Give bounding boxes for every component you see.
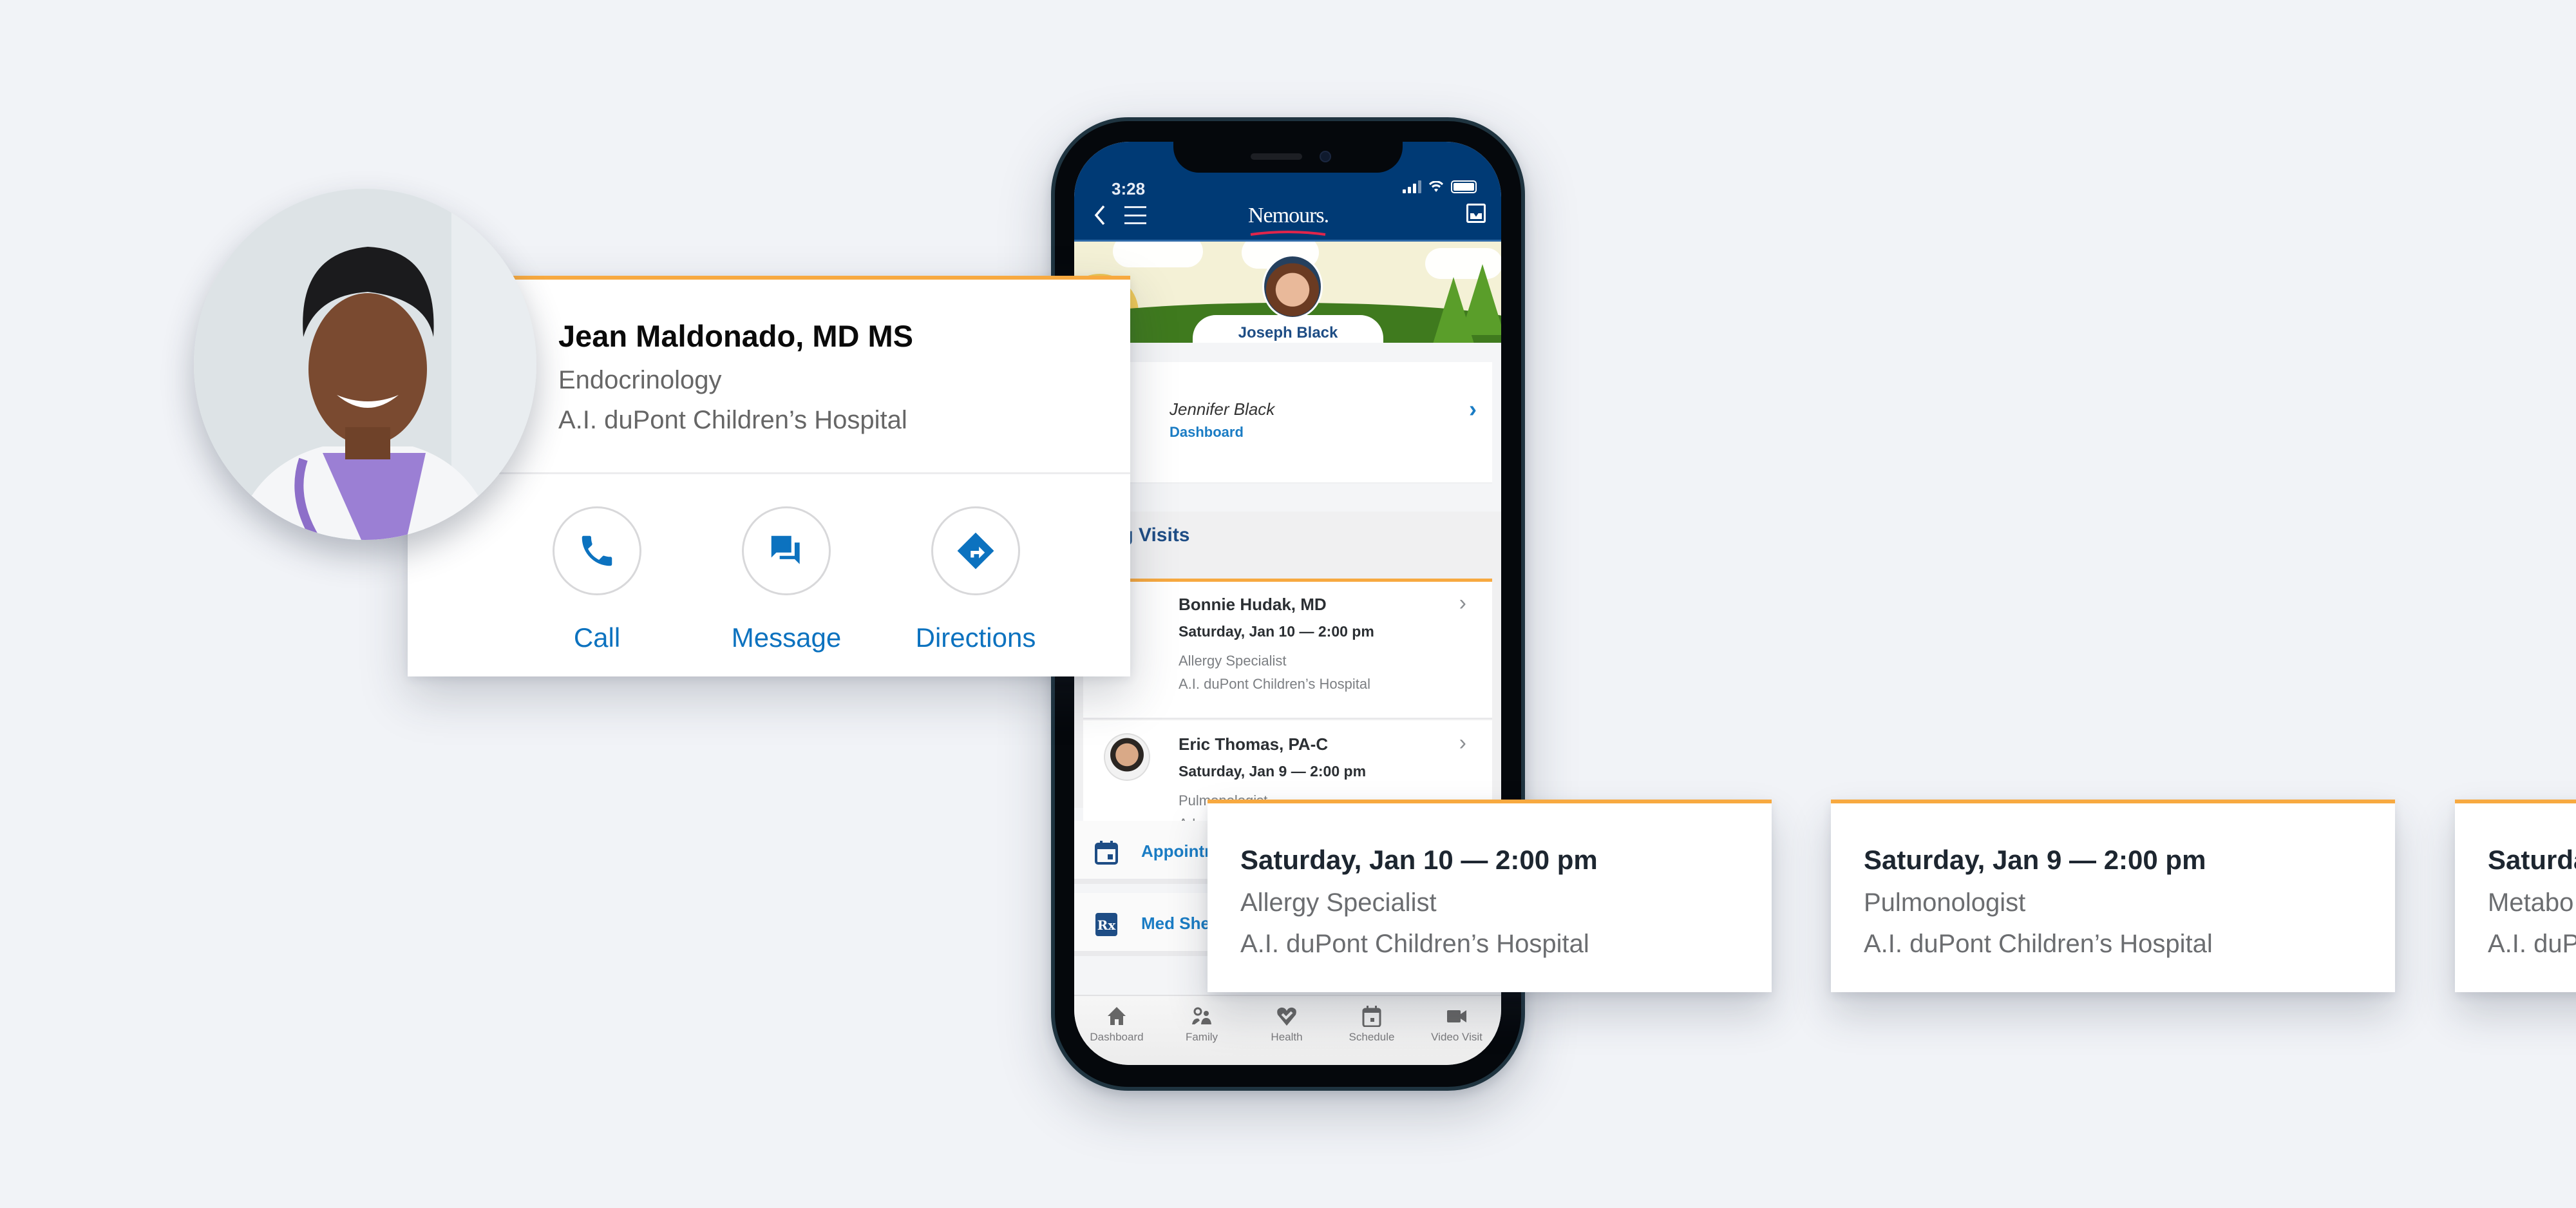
inbox-icon[interactable]	[1466, 204, 1486, 223]
calendar-icon	[1362, 1006, 1381, 1027]
call-button-circle[interactable]	[553, 506, 641, 595]
appointment-card[interactable]: Saturda Metabo A.I. duP	[2455, 800, 2576, 992]
profile-banner: Joseph Black	[1074, 240, 1501, 343]
appointment-card[interactable]: Saturday, Jan 10 — 2:00 pm Allergy Speci…	[1208, 800, 1772, 992]
status-time: 3:28	[1112, 179, 1146, 198]
calendar-icon	[1095, 841, 1118, 865]
provider-photo	[194, 189, 536, 540]
visit-location: A.I. duPont Children’s Hospital	[1179, 676, 1370, 692]
status-icons	[1403, 180, 1477, 193]
dashboard-link[interactable]: Dashboard	[1170, 424, 1244, 441]
provider-portrait	[194, 189, 536, 540]
nav-tab-label: Health	[1271, 1031, 1303, 1043]
directions-button-circle[interactable]	[931, 506, 1020, 595]
call-button[interactable]: Call	[526, 506, 668, 653]
visit-specialty: Allergy Specialist	[1179, 653, 1287, 669]
divider	[408, 472, 1130, 474]
visit-datetime: Saturday, Jan 9 — 2:00 pm	[1179, 763, 1367, 780]
nav-tab-label: Family	[1185, 1031, 1218, 1043]
cloud-decoration	[1113, 242, 1203, 267]
visit-datetime: Saturday, Jan 10 — 2:00 pm	[1179, 623, 1374, 640]
directions-icon	[957, 532, 994, 570]
provider-name: Bonnie Hudak, MD	[1179, 595, 1327, 614]
provider-specialty: Endocrinology	[558, 366, 722, 394]
bottom-navigation: Dashboard Family Health Schedule Video V…	[1074, 995, 1501, 1065]
message-button-circle[interactable]	[742, 506, 831, 595]
battery-icon	[1451, 180, 1477, 193]
appointment-card[interactable]: Saturday, Jan 9 — 2:00 pm Pulmonologist …	[1831, 800, 2395, 992]
nav-tab-health[interactable]: Health	[1248, 1005, 1325, 1044]
nav-tab-schedule[interactable]: Schedule	[1333, 1005, 1410, 1044]
switch-profile-row[interactable]: Jennifer Black Dashboard ›	[1077, 362, 1492, 483]
appointment-specialty: Allergy Specialist	[1240, 888, 1437, 917]
phone-icon	[582, 535, 612, 566]
switch-profile-name: Jennifer Black	[1170, 399, 1275, 419]
nemours-logo: Nemours.	[1248, 204, 1329, 227]
signal-icon	[1403, 180, 1421, 193]
menu-item-label: Med Shel	[1141, 914, 1215, 933]
provider-name: Eric Thomas, PA-C	[1179, 734, 1329, 754]
heart-check-icon	[1277, 1007, 1296, 1026]
appointment-specialty: Pulmonologist	[1864, 888, 2026, 917]
logo-swoosh	[1250, 231, 1326, 236]
front-camera	[1320, 151, 1331, 162]
message-button[interactable]: Message	[715, 506, 857, 653]
nav-tab-family[interactable]: Family	[1163, 1005, 1240, 1044]
video-camera-icon	[1447, 1010, 1466, 1022]
appointment-location: A.I. duP	[2488, 930, 2576, 958]
provider-avatar	[1104, 733, 1150, 781]
profile-avatar[interactable]	[1262, 254, 1323, 319]
provider-location: A.I. duPont Children’s Hospital	[558, 406, 907, 434]
chevron-right-icon: ›	[1459, 731, 1466, 755]
appointment-datetime: Saturday, Jan 10 — 2:00 pm	[1240, 845, 1598, 875]
appointment-datetime: Saturda	[2488, 845, 2576, 875]
nav-tab-dashboard[interactable]: Dashboard	[1078, 1005, 1155, 1044]
tree-decoration	[1461, 264, 1501, 335]
appointment-location: A.I. duPont Children’s Hospital	[1864, 930, 2213, 958]
wifi-icon	[1429, 180, 1443, 193]
appointment-location: A.I. duPont Children’s Hospital	[1240, 930, 1589, 958]
nav-tab-label: Dashboard	[1090, 1031, 1144, 1043]
directions-button[interactable]: Directions	[905, 506, 1046, 653]
nav-tab-video-visit[interactable]: Video Visit	[1418, 1005, 1495, 1044]
chevron-right-icon[interactable]: ›	[1469, 396, 1477, 423]
visit-list-item[interactable]: Bonnie Hudak, MD Saturday, Jan 10 — 2:00…	[1074, 582, 1492, 719]
profile-name: Joseph Black	[1193, 315, 1383, 343]
appointment-datetime: Saturday, Jan 9 — 2:00 pm	[1864, 845, 2206, 875]
chevron-left-icon[interactable]	[1092, 204, 1108, 227]
hamburger-menu-icon[interactable]	[1124, 206, 1146, 224]
phone-notch	[1173, 142, 1403, 173]
svg-text:Rx: Rx	[1097, 917, 1117, 933]
nav-tab-label: Schedule	[1349, 1031, 1395, 1043]
home-icon	[1108, 1007, 1126, 1025]
speaker-grille	[1251, 153, 1302, 160]
provider-name: Jean Maldonado, MD MS	[558, 319, 913, 353]
message-label: Message	[731, 622, 842, 653]
family-icon	[1192, 1007, 1211, 1024]
rx-icon: Rx	[1095, 913, 1117, 936]
call-label: Call	[573, 622, 621, 653]
nav-tab-label: Video Visit	[1431, 1031, 1482, 1043]
appointment-specialty: Metabo	[2488, 888, 2574, 917]
chevron-right-icon: ›	[1459, 591, 1466, 615]
directions-label: Directions	[915, 622, 1036, 653]
upcoming-visits-section: ming Visits Bonnie Hudak, MD Saturday, J…	[1074, 512, 1501, 858]
chat-bubbles-icon	[771, 535, 800, 564]
